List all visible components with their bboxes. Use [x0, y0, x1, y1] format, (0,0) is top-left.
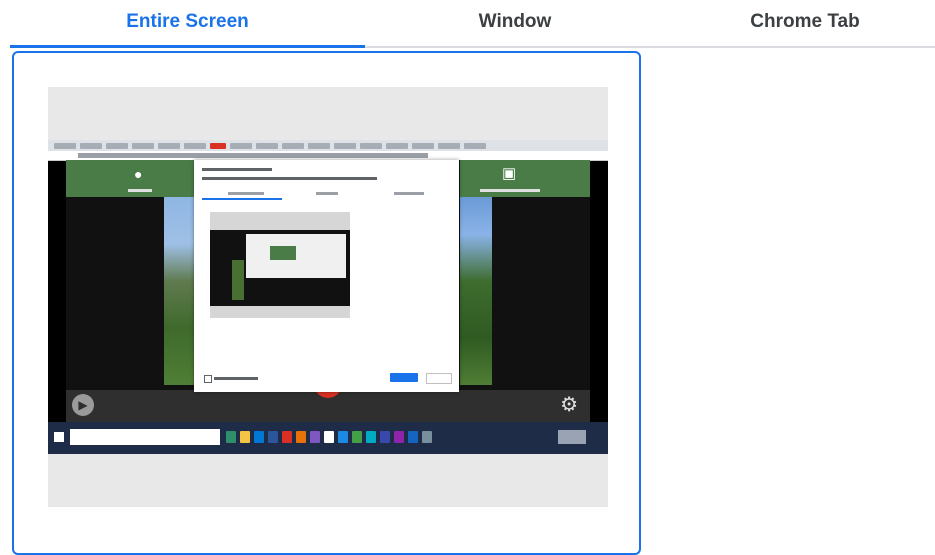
- preview-website: ● ▣ ▶ ⚙: [66, 160, 590, 422]
- taskbar-search: [70, 429, 220, 445]
- screen-share-icon: ▣: [502, 165, 517, 182]
- microphone-icon: ●: [134, 166, 143, 182]
- active-tab-indicator: [10, 45, 365, 48]
- tab-window[interactable]: Window: [335, 0, 695, 46]
- photo-strip-left: [164, 197, 196, 385]
- play-icon: ▶: [72, 394, 94, 416]
- nested-share-dialog: [194, 160, 459, 392]
- browser-tab-strip: [48, 140, 608, 151]
- taskbar-clock: [558, 430, 586, 444]
- photo-strip-right: [460, 197, 492, 385]
- windows-taskbar: [48, 422, 608, 454]
- windows-logo-icon: [54, 432, 64, 442]
- screen-preview-image: ● ▣ ▶ ⚙: [48, 140, 608, 454]
- share-source-tabs: Entire Screen Window Chrome Tab: [0, 0, 935, 48]
- preview-footer-bar: ▶ ⚙: [66, 384, 590, 422]
- screen-thumbnail[interactable]: ● ▣ ▶ ⚙: [48, 87, 608, 507]
- tab-chrome-tab[interactable]: Chrome Tab: [680, 0, 930, 46]
- tab-entire-screen[interactable]: Entire Screen: [10, 0, 365, 46]
- screen-option-card[interactable]: ● ▣ ▶ ⚙: [12, 51, 641, 555]
- settings-gear-icon: ⚙: [560, 394, 578, 416]
